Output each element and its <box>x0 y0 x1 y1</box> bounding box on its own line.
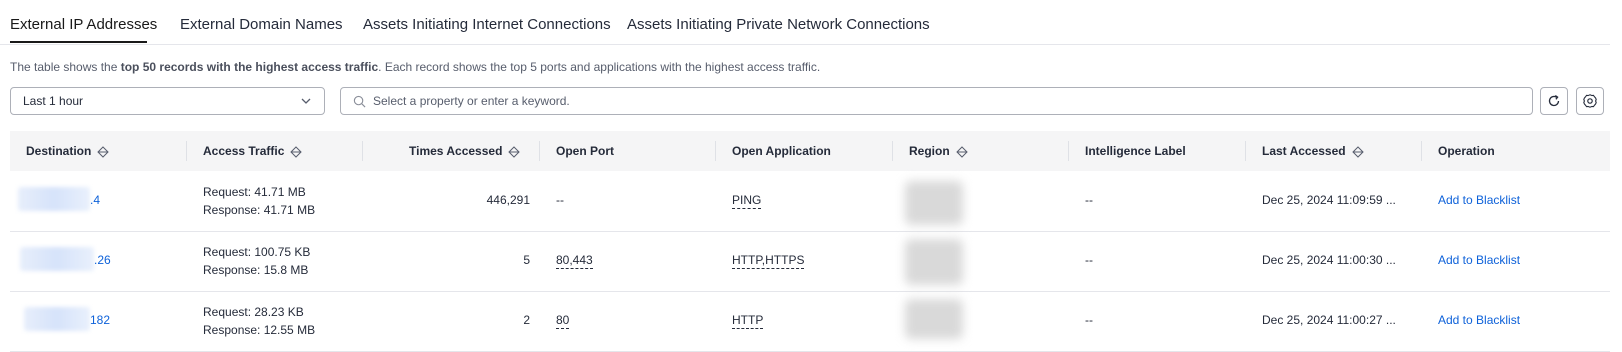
column-access-traffic[interactable]: Access Traffic <box>203 144 303 158</box>
redacted-ip <box>24 307 90 331</box>
intelligence-label: -- <box>1085 313 1093 327</box>
sort-icon[interactable] <box>97 146 110 158</box>
last-accessed: Dec 25, 2024 11:00:30 ... <box>1262 253 1396 267</box>
add-to-blacklist-link[interactable]: Add to Blacklist <box>1438 313 1520 327</box>
tab-external-domain-names[interactable]: External Domain Names <box>180 16 343 33</box>
last-accessed: Dec 25, 2024 11:09:59 ... <box>1262 193 1396 207</box>
search-icon <box>353 95 366 108</box>
sort-icon[interactable] <box>1351 146 1364 158</box>
refresh-button[interactable] <box>1540 87 1568 115</box>
column-separator <box>539 141 540 161</box>
table-hint: The table shows the top 50 records with … <box>10 60 821 74</box>
redacted-ip <box>18 187 90 211</box>
open-application[interactable]: PING <box>732 193 762 209</box>
times-accessed: 5 <box>523 253 530 267</box>
column-times-accessed[interactable]: Times Accessed <box>409 144 521 158</box>
settings-button[interactable] <box>1576 87 1604 115</box>
column-separator <box>1245 141 1246 161</box>
table-header: Destination Access Traffic Times Accesse… <box>10 131 1610 171</box>
tab-assets-initiating-internet-connections[interactable]: Assets Initiating Internet Connections <box>363 16 611 33</box>
redacted-region <box>905 181 963 225</box>
sort-icon[interactable] <box>290 146 303 158</box>
last-accessed: Dec 25, 2024 11:00:27 ... <box>1262 313 1396 327</box>
column-separator <box>892 141 893 161</box>
column-last-accessed[interactable]: Last Accessed <box>1262 144 1364 158</box>
search-input[interactable] <box>373 92 1513 110</box>
search-box <box>340 87 1533 115</box>
column-separator <box>362 141 363 161</box>
column-operation: Operation <box>1438 144 1495 158</box>
tab-assets-initiating-private-network-connections[interactable]: Assets Initiating Private Network Connec… <box>627 16 930 33</box>
column-separator <box>1421 141 1422 161</box>
column-region[interactable]: Region <box>909 144 968 158</box>
response-traffic: Response: 15.8 MB <box>203 263 309 277</box>
response-traffic: Response: 12.55 MB <box>203 323 316 337</box>
open-application[interactable]: HTTP,HTTPS <box>732 253 805 269</box>
active-tab-indicator <box>10 41 147 43</box>
intelligence-label: -- <box>1085 193 1093 207</box>
open-port[interactable]: 80,443 <box>556 253 593 269</box>
table-row: .4 Request: 41.71 MB Response: 41.71 MB … <box>10 171 1610 232</box>
destination-link[interactable]: .4 <box>90 193 100 207</box>
time-range-value: Last 1 hour <box>23 94 84 108</box>
times-accessed: 446,291 <box>486 193 530 207</box>
time-range-select[interactable]: Last 1 hour <box>10 87 325 115</box>
table-row: 182 Request: 28.23 KB Response: 12.55 MB… <box>10 291 1610 352</box>
refresh-icon <box>1548 95 1560 107</box>
settings-icon <box>1583 94 1597 108</box>
column-destination[interactable]: Destination <box>26 144 110 158</box>
tab-external-ip-addresses[interactable]: External IP Addresses <box>10 16 157 33</box>
add-to-blacklist-link[interactable]: Add to Blacklist <box>1438 253 1520 267</box>
sort-icon[interactable] <box>955 146 968 158</box>
open-port[interactable]: 80 <box>556 313 570 329</box>
column-separator <box>1068 141 1069 161</box>
redacted-ip <box>20 247 94 271</box>
open-port: -- <box>556 193 564 207</box>
column-open-port: Open Port <box>556 144 615 158</box>
times-accessed: 2 <box>523 313 530 327</box>
request-traffic: Request: 41.71 MB <box>203 185 306 199</box>
request-traffic: Request: 100.75 KB <box>203 245 311 259</box>
open-application[interactable]: HTTP <box>732 313 764 329</box>
column-open-application: Open Application <box>732 144 831 158</box>
column-separator <box>715 141 716 161</box>
table-row: .26 Request: 100.75 KB Response: 15.8 MB… <box>10 231 1610 292</box>
tab-bar: External IP Addresses External Domain Na… <box>0 0 1610 45</box>
destination-link[interactable]: 182 <box>90 313 110 327</box>
sort-icon[interactable] <box>508 146 521 158</box>
intelligence-label: -- <box>1085 253 1093 267</box>
destination-link[interactable]: .26 <box>94 253 111 267</box>
column-intelligence-label: Intelligence Label <box>1085 144 1186 158</box>
redacted-region <box>905 299 963 339</box>
add-to-blacklist-link[interactable]: Add to Blacklist <box>1438 193 1520 207</box>
redacted-region <box>905 239 963 285</box>
response-traffic: Response: 41.71 MB <box>203 203 316 217</box>
request-traffic: Request: 28.23 KB <box>203 305 304 319</box>
column-separator <box>186 141 187 161</box>
chevron-down-icon <box>301 98 311 104</box>
